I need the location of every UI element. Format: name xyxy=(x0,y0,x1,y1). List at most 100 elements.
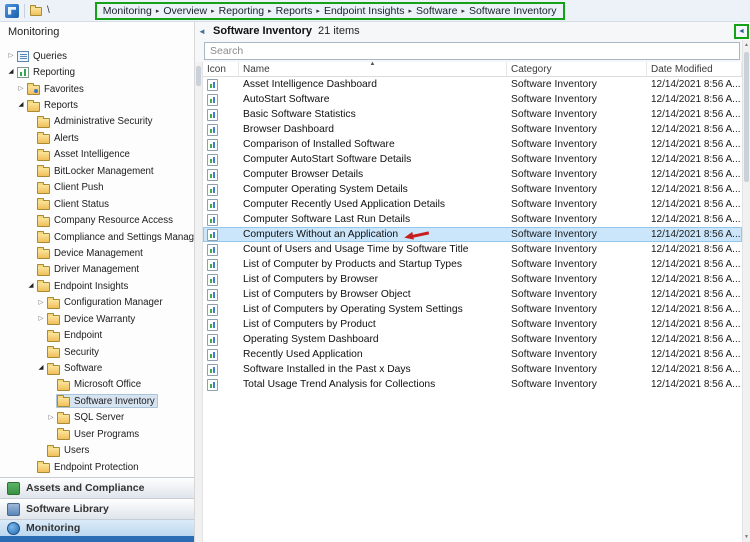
report-name: Asset Intelligence Dashboard xyxy=(243,79,377,90)
report-row[interactable]: Asset Intelligence DashboardSoftware Inv… xyxy=(203,77,742,92)
scroll-up-icon[interactable]: ▲ xyxy=(743,40,750,50)
tree-item-compliance-and-settings-management[interactable]: Compliance and Settings Management xyxy=(0,229,194,245)
expander-collapsed-icon[interactable]: ▷ xyxy=(6,53,16,60)
tree-item-company-resource-access[interactable]: Company Resource Access xyxy=(0,212,194,228)
expander-collapsed-icon[interactable]: ▷ xyxy=(36,300,46,307)
pane-toggle-button[interactable]: ◄ xyxy=(734,24,749,39)
scrollbar-thumb[interactable] xyxy=(744,52,749,182)
tree-item-bitlocker-management[interactable]: BitLocker Management xyxy=(0,163,194,179)
tree-item-alerts[interactable]: Alerts xyxy=(0,130,194,146)
tree-item-security[interactable]: Security xyxy=(0,344,194,360)
vertical-scrollbar[interactable]: ▲ ▼ xyxy=(742,40,750,542)
report-category-cell: Software Inventory xyxy=(507,347,647,362)
breadcrumb-item-overview[interactable]: Overview xyxy=(161,5,209,17)
tree-item-endpoint[interactable]: Endpoint xyxy=(0,327,194,343)
scroll-down-icon[interactable]: ▼ xyxy=(743,532,750,542)
breadcrumb-arrow-icon: ▸ xyxy=(209,7,217,15)
app-icon[interactable] xyxy=(5,4,19,18)
report-icon xyxy=(207,169,218,181)
report-row[interactable]: List of Computers by ProductSoftware Inv… xyxy=(203,317,742,332)
breadcrumb-item-reports[interactable]: Reports xyxy=(274,5,315,17)
breadcrumb-item-reporting[interactable]: Reporting xyxy=(217,5,267,17)
report-modified: 12/14/2021 8:56 A... xyxy=(651,334,741,345)
breadcrumb-item-monitoring[interactable]: Monitoring xyxy=(101,5,154,17)
report-icon xyxy=(207,289,218,301)
tree-item-software[interactable]: ◢Software xyxy=(0,360,194,376)
report-category: Software Inventory xyxy=(511,364,597,375)
tree-item-reports[interactable]: ◢Reports xyxy=(0,97,194,113)
tree-item-queries[interactable]: ▷Queries xyxy=(0,48,194,64)
report-row[interactable]: AutoStart SoftwareSoftware Inventory12/1… xyxy=(203,92,742,107)
tree-item-content: Users xyxy=(46,444,92,458)
report-row[interactable]: Browser DashboardSoftware Inventory12/14… xyxy=(203,122,742,137)
breadcrumb-root: \ xyxy=(47,5,50,16)
report-name: Computer Operating System Details xyxy=(243,184,408,195)
report-row[interactable]: Computer AutoStart Software DetailsSoftw… xyxy=(203,152,742,167)
breadcrumb-item-endpoint-insights[interactable]: Endpoint Insights xyxy=(322,5,407,17)
expander-collapsed-icon[interactable]: ▷ xyxy=(46,415,56,422)
report-row[interactable]: Computers Without an ApplicationSoftware… xyxy=(203,227,742,242)
report-row[interactable]: Operating System DashboardSoftware Inven… xyxy=(203,332,742,347)
report-row[interactable]: Comparison of Installed SoftwareSoftware… xyxy=(203,137,742,152)
workspace-assets-and-compliance[interactable]: Assets and Compliance xyxy=(0,477,194,498)
column-header-name[interactable]: Name▲ xyxy=(239,62,507,76)
tree-scrollbar[interactable] xyxy=(195,62,203,542)
workspace-monitoring[interactable]: Monitoring xyxy=(0,519,194,536)
tree-scrollbar-thumb[interactable] xyxy=(196,66,201,86)
report-row[interactable]: List of Computer by Products and Startup… xyxy=(203,257,742,272)
tree-item-user-programs[interactable]: User Programs xyxy=(0,426,194,442)
expander-expanded-icon[interactable]: ◢ xyxy=(16,102,26,109)
report-icon-cell xyxy=(203,137,239,152)
tree-item-administrative-security[interactable]: Administrative Security xyxy=(0,114,194,130)
tree-item-software-inventory[interactable]: Software Inventory xyxy=(0,393,194,409)
tree-item-device-warranty[interactable]: ▷Device Warranty xyxy=(0,311,194,327)
expander-collapsed-icon[interactable]: ▷ xyxy=(16,86,26,93)
report-icon-cell xyxy=(203,332,239,347)
tree-item-driver-management[interactable]: Driver Management xyxy=(0,262,194,278)
expander-expanded-icon[interactable]: ◢ xyxy=(6,69,16,76)
report-row[interactable]: List of Computers by BrowserSoftware Inv… xyxy=(203,272,742,287)
report-row[interactable]: Computer Browser DetailsSoftware Invento… xyxy=(203,167,742,182)
search-input[interactable] xyxy=(204,42,740,60)
report-row[interactable]: Software Installed in the Past x DaysSof… xyxy=(203,362,742,377)
tree-item-configuration-manager[interactable]: ▷Configuration Manager xyxy=(0,295,194,311)
tree-item-favorites[interactable]: ▷Favorites xyxy=(0,81,194,97)
report-icon-cell xyxy=(203,377,239,392)
tree-item-client-push[interactable]: Client Push xyxy=(0,180,194,196)
report-row[interactable]: Recently Used ApplicationSoftware Invent… xyxy=(203,347,742,362)
tree-item-content: Reports xyxy=(26,99,81,113)
report-row[interactable]: Count of Users and Usage Time by Softwar… xyxy=(203,242,742,257)
report-row[interactable]: Basic Software StatisticsSoftware Invent… xyxy=(203,107,742,122)
report-row[interactable]: List of Computers by Operating System Se… xyxy=(203,302,742,317)
expander-expanded-icon[interactable]: ◢ xyxy=(36,365,46,372)
report-row[interactable]: Computer Operating System DetailsSoftwar… xyxy=(203,182,742,197)
workspace-software-library[interactable]: Software Library xyxy=(0,498,194,519)
breadcrumb-item-software-inventory[interactable]: Software Inventory xyxy=(467,5,559,17)
tree-item-reporting[interactable]: ◢Reporting xyxy=(0,64,194,80)
report-modified-cell: 12/14/2021 8:56 A... xyxy=(647,347,742,362)
tree-item-sql-server[interactable]: ▷SQL Server xyxy=(0,410,194,426)
report-icon xyxy=(207,184,218,196)
column-header-icon[interactable]: Icon xyxy=(203,62,239,76)
collapse-pane-button[interactable]: ◄ xyxy=(197,27,207,36)
expander-collapsed-icon[interactable]: ▷ xyxy=(36,316,46,323)
column-header-date-modified[interactable]: Date Modified xyxy=(647,62,742,76)
report-name-cell: Recently Used Application xyxy=(239,347,507,362)
report-row[interactable]: Computer Software Last Run DetailsSoftwa… xyxy=(203,212,742,227)
tree-item-endpoint-insights[interactable]: ◢Endpoint Insights xyxy=(0,278,194,294)
report-row[interactable]: Computer Recently Used Application Detai… xyxy=(203,197,742,212)
report-name: AutoStart Software xyxy=(243,94,329,105)
tree-item-device-management[interactable]: Device Management xyxy=(0,245,194,261)
tree-item-users[interactable]: Users xyxy=(0,443,194,459)
tree-item-client-status[interactable]: Client Status xyxy=(0,196,194,212)
report-row[interactable]: List of Computers by Browser ObjectSoftw… xyxy=(203,287,742,302)
tree-item-microsoft-office[interactable]: Microsoft Office xyxy=(0,377,194,393)
column-header-category[interactable]: Category xyxy=(507,62,647,76)
tree-item-endpoint-protection[interactable]: Endpoint Protection xyxy=(0,459,194,475)
report-row[interactable]: Total Usage Trend Analysis for Collectio… xyxy=(203,377,742,392)
tree-item-asset-intelligence[interactable]: Asset Intelligence xyxy=(0,147,194,163)
tree-item-content: Endpoint Protection xyxy=(36,460,142,474)
expander-expanded-icon[interactable]: ◢ xyxy=(26,283,36,290)
report-category-cell: Software Inventory xyxy=(507,287,647,302)
breadcrumb-item-software[interactable]: Software xyxy=(414,5,459,17)
